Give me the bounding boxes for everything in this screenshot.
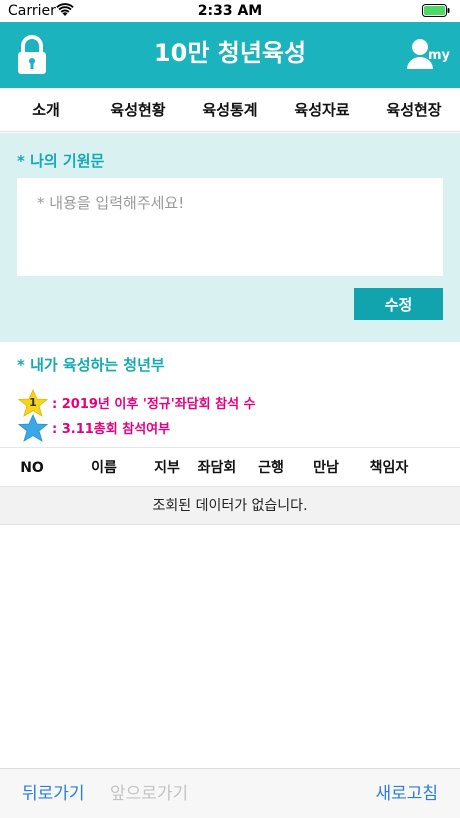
tab-status[interactable]: 육성현황: [92, 88, 184, 131]
column-header-no: NO: [20, 460, 44, 476]
prayer-title: * 나의 기원문: [17, 152, 105, 170]
mentee-title: * 내가 육성하는 청년부: [17, 356, 165, 374]
app-title: 10만 청년육성: [153, 39, 307, 67]
back-button[interactable]: 뒤로가기: [22, 769, 85, 818]
star-icon: [17, 414, 49, 442]
legend-badge-number: 1: [29, 396, 37, 409]
forward-button[interactable]: 앞으로가기: [110, 769, 188, 818]
app-header: 10만 청년육성 my: [0, 22, 460, 88]
column-header-service: 근행: [258, 460, 284, 476]
tab-materials[interactable]: 육성자료: [276, 88, 368, 131]
bottom-nav-bar: 뒤로가기 앞으로가기 새로고침: [0, 768, 460, 818]
tab-field[interactable]: 육성현장: [368, 88, 460, 131]
prayer-input[interactable]: [17, 178, 443, 276]
lock-button[interactable]: [12, 34, 52, 76]
carrier-label: Carrier: [8, 3, 56, 19]
table-header: NO 이름 지부 좌담회 근행 만남 책임자: [0, 447, 460, 487]
wifi-icon: [56, 3, 74, 21]
lock-icon: [12, 35, 52, 80]
status-bar: Carrier 2:33 AM: [0, 0, 460, 22]
mentee-table: NO 이름 지부 좌담회 근행 만남 책임자 조회된 데이터가 없습니다.: [0, 447, 460, 525]
column-header-meeting: 좌담회: [197, 460, 237, 476]
tab-intro[interactable]: 소개: [0, 88, 92, 131]
edit-button[interactable]: 수정: [354, 288, 443, 320]
column-header-branch: 지부: [154, 460, 180, 476]
column-header-visit: 만남: [313, 460, 339, 476]
legend-assembly: : 3.11총회 참석여부: [17, 414, 171, 442]
table-empty-message: 조회된 데이터가 없습니다.: [0, 487, 460, 525]
column-header-manager: 책임자: [369, 460, 409, 476]
my-label: my: [427, 48, 450, 63]
refresh-button[interactable]: 새로고침: [375, 769, 438, 818]
legend-meetings: 1 : 2019년 이후 '정규'좌담회 참석 수: [17, 389, 256, 417]
legend-text: : 2019년 이후 '정규'좌담회 참석 수: [52, 396, 256, 412]
star-icon: 1: [17, 389, 49, 417]
battery-icon: [422, 4, 450, 21]
tab-statistics[interactable]: 육성통계: [184, 88, 276, 131]
prayer-section: * 나의 기원문 수정: [0, 133, 460, 342]
legend-text: : 3.11총회 참석여부: [52, 421, 171, 437]
top-tab-bar: 소개 육성현황 육성통계 육성자료 육성현장: [0, 88, 460, 132]
my-page-button[interactable]: my: [406, 36, 450, 74]
column-header-name: 이름: [91, 460, 117, 476]
app-screen: Carrier 2:33 AM 10만 청년육성 my 소개 육성현황 육성통계…: [0, 0, 460, 818]
